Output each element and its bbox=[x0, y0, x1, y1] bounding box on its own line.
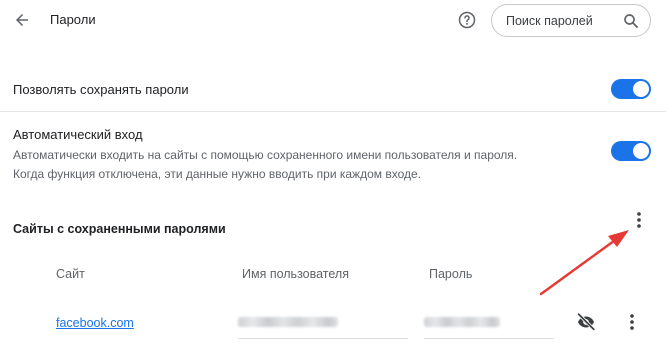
passwords-settings-page: Пароли Позволять сохранять пароли Автома… bbox=[0, 0, 666, 343]
toggle-knob bbox=[633, 143, 649, 159]
back-button[interactable] bbox=[8, 6, 36, 34]
header: Пароли bbox=[0, 0, 666, 44]
auto-signin-description-line-1: Автоматически входить на сайты с помощью… bbox=[13, 148, 518, 162]
username-field[interactable] bbox=[238, 314, 408, 339]
offer-to-save-label: Позволять сохранять пароли bbox=[13, 82, 189, 97]
search-box bbox=[491, 4, 651, 37]
search-icon[interactable] bbox=[622, 12, 640, 30]
page-title: Пароли bbox=[50, 12, 96, 27]
column-header-site: Сайт bbox=[56, 267, 85, 281]
offer-to-save-row: Позволять сохранять пароли bbox=[0, 66, 666, 112]
field-underline bbox=[238, 338, 408, 339]
arrow-left-icon bbox=[16, 14, 28, 26]
saved-passwords-menu-button[interactable] bbox=[627, 206, 651, 234]
offer-to-save-toggle[interactable] bbox=[611, 79, 651, 99]
auto-signin-label: Автоматический вход bbox=[13, 127, 143, 142]
toggle-knob bbox=[633, 81, 649, 97]
row-menu-button[interactable] bbox=[620, 310, 644, 334]
help-circle-icon bbox=[458, 11, 476, 29]
more-vert-icon bbox=[637, 212, 641, 228]
column-header-password: Пароль bbox=[429, 267, 473, 281]
auto-signin-description-line-2: Когда функция отключена, эти данные нужн… bbox=[13, 167, 421, 181]
blurred-username bbox=[238, 317, 338, 327]
table-row: facebook.com bbox=[0, 300, 666, 343]
column-header-username: Имя пользователя bbox=[242, 267, 349, 281]
eye-off-icon bbox=[577, 312, 596, 331]
more-vert-icon bbox=[630, 314, 634, 330]
help-button[interactable] bbox=[456, 9, 478, 31]
show-password-button[interactable] bbox=[574, 310, 598, 334]
blurred-password bbox=[424, 317, 500, 327]
password-field[interactable] bbox=[424, 314, 554, 339]
auto-signin-description: Автоматически входить на сайты с помощью… bbox=[13, 146, 583, 184]
auto-signin-row: Автоматический вход Автоматически входит… bbox=[0, 113, 666, 189]
site-link[interactable]: facebook.com bbox=[56, 316, 134, 330]
field-underline bbox=[424, 338, 554, 339]
saved-passwords-title: Сайты с сохраненными паролями bbox=[13, 222, 226, 236]
search-input[interactable] bbox=[506, 13, 618, 28]
auto-signin-toggle[interactable] bbox=[611, 141, 651, 161]
